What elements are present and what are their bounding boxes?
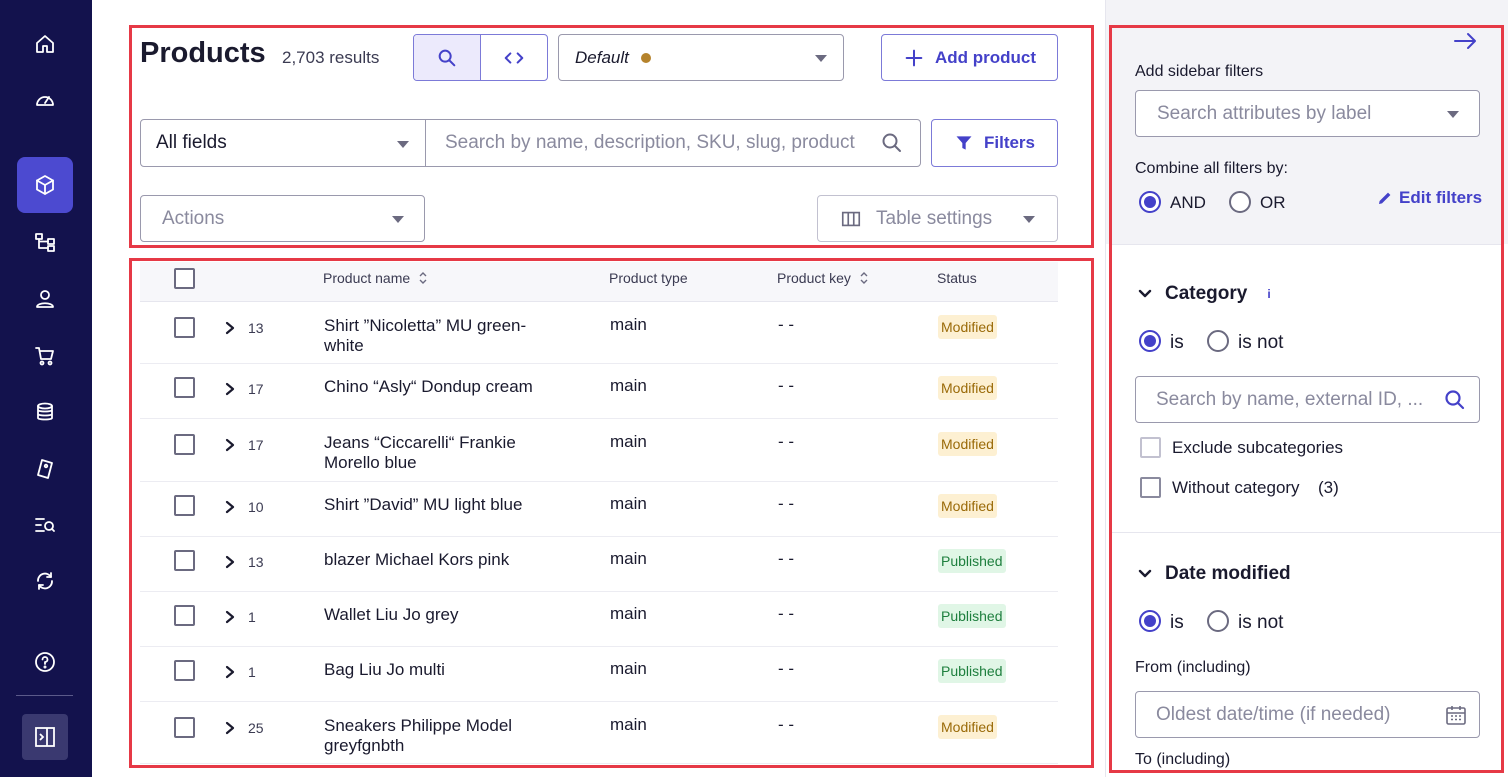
user-icon — [36, 290, 54, 308]
main-navigation — [0, 0, 92, 777]
cube-icon — [36, 175, 54, 195]
highlight-table-region — [129, 258, 1094, 768]
nav-prices[interactable] — [17, 384, 73, 440]
help-icon — [35, 652, 55, 672]
gauge-icon — [36, 96, 54, 106]
nav-categories[interactable] — [17, 214, 73, 270]
panel-toggle-icon — [35, 727, 55, 747]
nav-divider — [16, 695, 73, 696]
nav-operations[interactable] — [17, 553, 73, 609]
highlight-header-region — [129, 25, 1094, 248]
nav-search[interactable] — [17, 497, 73, 553]
hierarchy-icon — [35, 233, 55, 252]
nav-discounts[interactable] — [17, 441, 73, 497]
nav-help[interactable] — [17, 634, 73, 690]
nav-orders[interactable] — [17, 328, 73, 384]
tag-icon — [37, 459, 53, 479]
coins-icon — [37, 402, 53, 421]
cart-icon — [35, 347, 54, 366]
home-icon — [36, 35, 54, 53]
highlight-sidebar-region — [1109, 25, 1504, 773]
nav-dashboard[interactable] — [17, 72, 73, 128]
nav-customers[interactable] — [17, 271, 73, 327]
nav-home[interactable] — [17, 16, 73, 72]
nav-products[interactable] — [17, 157, 73, 213]
sync-icon — [37, 572, 53, 590]
nav-expand-button[interactable] — [22, 714, 68, 760]
search-list-icon — [35, 518, 55, 532]
